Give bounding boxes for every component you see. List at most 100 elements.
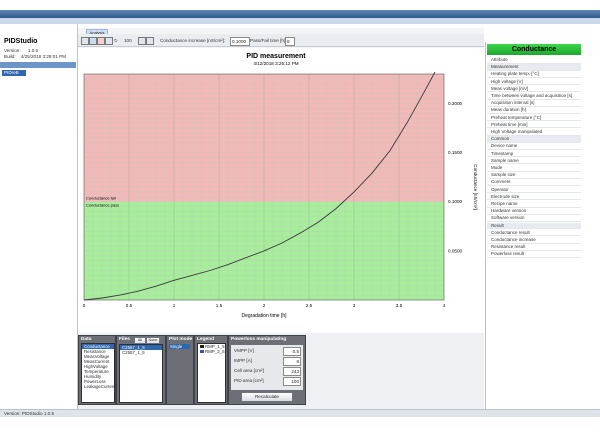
build-value: 4/25/2018 3:29:01 PM bbox=[20, 54, 66, 59]
legend-title: Legend bbox=[197, 337, 215, 342]
save-icon[interactable] bbox=[89, 37, 97, 45]
left-selected-item[interactable]: PIDreB bbox=[2, 70, 26, 76]
property-row[interactable]: High Voltage manipulated bbox=[487, 129, 581, 136]
property-row[interactable]: Recipe name bbox=[487, 201, 581, 208]
property-row[interactable]: Timestamp bbox=[487, 151, 581, 158]
title-bar bbox=[0, 10, 600, 18]
files-all-button[interactable]: All bbox=[134, 337, 146, 344]
files-none-button[interactable]: None bbox=[146, 337, 160, 344]
property-category[interactable]: Result bbox=[487, 222, 581, 230]
open-icon[interactable] bbox=[81, 37, 89, 45]
print-icon[interactable] bbox=[138, 37, 146, 45]
conductance-increase-input[interactable]: 0.1000 bbox=[230, 37, 250, 46]
x-axis-label: Degradation time [h] bbox=[241, 313, 287, 319]
property-category[interactable]: Measurement bbox=[487, 64, 581, 71]
x-tick-label: 0 bbox=[83, 303, 86, 308]
legend-item: RMP_2_5 bbox=[198, 349, 225, 354]
conductance-increase-label: Conductance increase [nS/cm²]: bbox=[160, 38, 226, 43]
properties-header: Conductance bbox=[487, 44, 581, 55]
impp-label: IMPP [A] bbox=[234, 358, 253, 363]
plot-mode-single[interactable]: Single bbox=[169, 344, 190, 349]
property-row[interactable]: Powerloss result bbox=[487, 251, 581, 259]
property-row[interactable]: Attribute bbox=[487, 57, 581, 64]
build-row: Build: 4/25/2018 3:29:01 PM bbox=[4, 54, 66, 59]
x-tick-label: 3.5 bbox=[396, 303, 403, 308]
y-tick-label: 0.1000 bbox=[448, 199, 462, 204]
powerloss-group: Powerloss manipulating VMPP [V] 0.5 IMPP… bbox=[228, 335, 306, 405]
property-row[interactable]: Meas duration [h] bbox=[487, 107, 581, 115]
legend-item-label: RMP_2_5 bbox=[205, 349, 225, 354]
bottom-margin bbox=[0, 417, 600, 435]
y-tick-label: 0.2000 bbox=[448, 101, 462, 106]
property-row[interactable]: Device name bbox=[487, 143, 581, 151]
property-row[interactable]: Preheat temperature [°C] bbox=[487, 115, 581, 122]
version-row: Version: 1.0.5 bbox=[4, 48, 38, 53]
chart-subtitle: 4/12/2018 3:25:12 PM bbox=[253, 61, 298, 66]
pass-fail-input[interactable]: 8 bbox=[285, 37, 295, 46]
data-group: Data Conductance Resistance MeasVoltage Mea… bbox=[78, 335, 116, 405]
zoom-value: 100 bbox=[124, 38, 132, 43]
x-tick-label: 2 bbox=[263, 303, 266, 308]
delete-icon[interactable] bbox=[97, 37, 105, 45]
property-row[interactable]: Heating plate temp. [°C] bbox=[487, 71, 581, 79]
property-row[interactable]: Time between voltage and acquisition [s] bbox=[487, 93, 581, 100]
property-row[interactable]: Sample name bbox=[487, 158, 581, 165]
pass-zone-label: Conductance pass bbox=[86, 203, 119, 208]
legend-swatch bbox=[200, 345, 204, 348]
data-group-title: Data bbox=[81, 337, 92, 342]
legend-group: Legend RMP_1_5 RMP_2_5 bbox=[194, 335, 228, 405]
left-nav-bar bbox=[0, 62, 76, 68]
fail-zone-label: Conductance fail bbox=[86, 196, 116, 201]
property-row[interactable]: Software version bbox=[487, 215, 581, 223]
property-row[interactable]: Operator bbox=[487, 187, 581, 194]
x-tick-label: 1.5 bbox=[216, 303, 223, 308]
ribbon-strip bbox=[0, 18, 600, 24]
property-row[interactable]: Sample size bbox=[487, 172, 581, 179]
pid-area-input[interactable]: 100 bbox=[283, 377, 301, 386]
x-tick-label: 2.5 bbox=[306, 303, 313, 308]
property-category[interactable]: Common bbox=[487, 136, 581, 143]
plot-mode-title: Plot mode bbox=[169, 337, 193, 342]
version-value: 1.0.5 bbox=[27, 48, 39, 53]
export-icon[interactable] bbox=[105, 37, 113, 45]
x-tick-label: 0.5 bbox=[126, 303, 133, 308]
chart-grid bbox=[84, 74, 444, 300]
files-list[interactable]: C2557_1_5 C2557_1_5 bbox=[119, 344, 163, 403]
version-label: Version: bbox=[4, 48, 21, 53]
files-group-title: Files bbox=[119, 337, 130, 342]
data-list-item[interactable]: LeakageCurrent bbox=[82, 384, 116, 389]
property-row[interactable]: Meas voltage [mV] bbox=[487, 86, 581, 93]
build-label: Build: bbox=[4, 54, 16, 59]
chart-area: PID measurement 4/12/2018 3:25:12 PM Con… bbox=[78, 48, 484, 333]
property-row[interactable]: Electrode size bbox=[487, 194, 581, 201]
property-row[interactable]: High voltage [V] bbox=[487, 79, 581, 86]
chart-title: PID measurement bbox=[246, 53, 306, 60]
property-row[interactable]: Hardware version bbox=[487, 208, 581, 215]
property-row[interactable]: Comment bbox=[487, 179, 581, 187]
property-row[interactable]: Conductance increase bbox=[487, 237, 581, 244]
property-row[interactable]: Acquisition interval [s] bbox=[487, 100, 581, 107]
recalculate-button[interactable]: Recalculate bbox=[241, 392, 293, 402]
settings-icon[interactable] bbox=[146, 37, 154, 45]
refresh-icon[interactable]: ↻ bbox=[114, 38, 118, 44]
impp-input[interactable]: 8 bbox=[283, 357, 301, 366]
legend-list: RMP_1_5 RMP_2_5 bbox=[197, 343, 226, 403]
x-tick-label: 4 bbox=[443, 303, 446, 308]
status-text: Version: PIDStudio 1.0.5 bbox=[4, 411, 55, 416]
pid-area-label: PID area [cm²] bbox=[234, 378, 264, 383]
left-panel: PIDStudio Version: 1.0.5 Build: 4/25/201… bbox=[0, 24, 78, 424]
powerloss-title: Powerloss manipulating bbox=[231, 337, 287, 342]
data-list[interactable]: Conductance Resistance MeasVoltage MeasCurr… bbox=[81, 343, 116, 403]
cell-area-input[interactable]: 243 bbox=[283, 367, 301, 376]
file-item[interactable]: C2557_1_5 bbox=[120, 350, 162, 355]
property-row[interactable]: Mode bbox=[487, 165, 581, 172]
app-window: PIDStudio Version: 1.0.5 Build: 4/25/201… bbox=[0, 0, 600, 435]
property-row[interactable]: Preheat time [min] bbox=[487, 122, 581, 129]
files-group: Files All None C2557_1_5 C2557_1_5 bbox=[116, 335, 166, 405]
legend-swatch bbox=[200, 350, 204, 353]
property-row[interactable]: Resistance result bbox=[487, 244, 581, 251]
y-tick-label: 0.1500 bbox=[448, 150, 462, 155]
plot-mode-group: Plot mode Single bbox=[166, 335, 194, 405]
property-row[interactable]: Conductance result bbox=[487, 230, 581, 237]
vmpp-input[interactable]: 0.5 bbox=[283, 347, 301, 356]
